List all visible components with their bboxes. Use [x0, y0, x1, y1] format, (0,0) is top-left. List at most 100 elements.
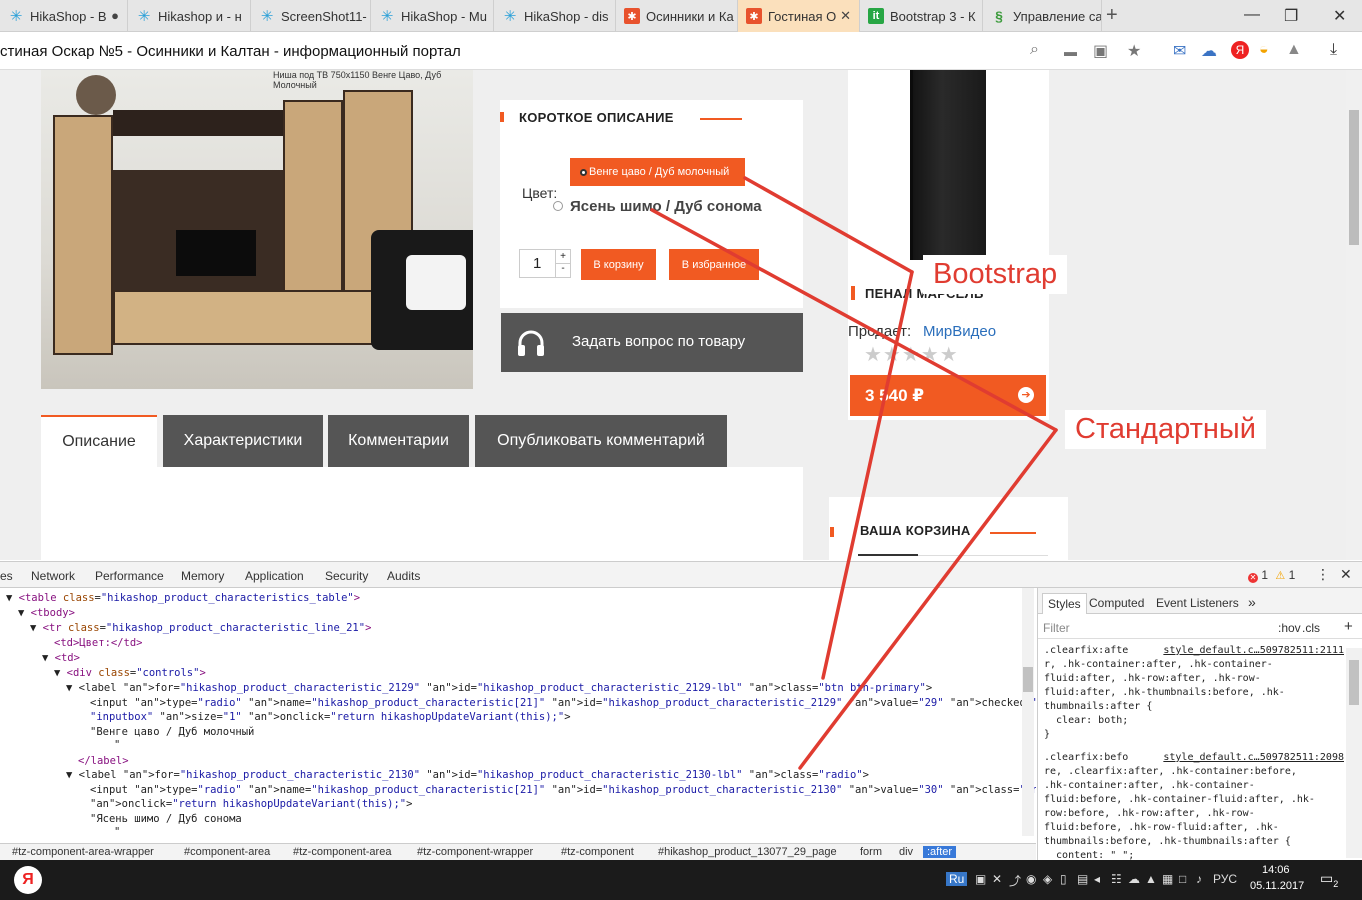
language-indicator-icon[interactable]: Ru — [946, 872, 968, 886]
bookmark-star-icon[interactable]: ★ — [1127, 41, 1141, 61]
breadcrumb-item[interactable]: #component-area — [184, 846, 270, 858]
browser-tab-1[interactable]: ✳ HikaShop - В ● — [0, 0, 128, 32]
ask-question-button[interactable]: Задать вопрос по товару — [501, 313, 803, 372]
variant-option-2[interactable]: Ясень шимо / Дуб сонома — [570, 198, 762, 215]
product-image[interactable]: Ниша под ТВ 750х1150 Венге Цаво, Дуб Мол… — [41, 70, 473, 389]
devtools-close-icon[interactable]: ✕ — [1340, 566, 1352, 583]
devtools-tab-sources[interactable]: es — [0, 569, 13, 583]
style-rule-line[interactable]: fluid:before, .hk-container-fluid:after,… — [1044, 793, 1315, 807]
new-tab-button[interactable]: + — [1106, 4, 1118, 27]
quantity-stepper[interactable]: 1 + - — [519, 249, 571, 278]
style-rule-line[interactable]: fluid:before, .hk-row-fluid:after, .hk- — [1044, 821, 1279, 835]
hov-toggle[interactable]: :hov — [1278, 621, 1301, 635]
quantity-value[interactable]: 1 — [533, 255, 541, 272]
variant-option-selected[interactable]: Венге цаво / Дуб молочный — [570, 158, 745, 186]
tab-computed[interactable]: Computed — [1089, 596, 1144, 610]
breadcrumb-item[interactable]: #tz-component-wrapper — [417, 846, 533, 858]
tab-event-listeners[interactable]: Event Listeners — [1156, 596, 1239, 610]
dom-node-line[interactable]: ▼ <label "an">for="hikashop_product_char… — [66, 681, 932, 695]
breadcrumb-item[interactable]: :after — [923, 846, 957, 858]
styles-scrollbar-thumb[interactable] — [1349, 660, 1359, 705]
mail-icon[interactable]: ✉ — [1173, 41, 1186, 61]
dom-node-line[interactable]: ▼ <tbody> — [18, 606, 75, 620]
dom-node-line[interactable]: </label> — [78, 754, 129, 768]
style-rule-line[interactable]: .clearfix:afte — [1044, 644, 1128, 658]
variant-radio[interactable] — [553, 201, 563, 211]
page-title-in-omnibox[interactable]: стиная Оскар №5 - Осинники и Калтан - ин… — [0, 43, 461, 60]
browser-tab-3[interactable]: ✳ ScreenShot11- — [251, 0, 371, 32]
add-to-wishlist-button[interactable]: В избранное — [669, 249, 759, 280]
tray-icon[interactable]: ▯ — [1060, 872, 1067, 886]
tab-styles[interactable]: Styles — [1042, 593, 1087, 614]
seller-link[interactable]: МирВидео — [923, 323, 996, 340]
add-rule-icon[interactable]: + — [1344, 618, 1353, 635]
browser-tab-7-active[interactable]: ✱ Гостиная О ✕ — [738, 0, 860, 32]
tab-close-icon[interactable]: ✕ — [840, 8, 851, 24]
dom-node-line[interactable]: ▼ <table class="hikashop_product_charact… — [6, 591, 360, 605]
dom-text-line[interactable]: "Ясень шимо / Дуб сонома — [90, 812, 242, 826]
quantity-minus-button[interactable]: - — [555, 263, 570, 277]
drive-icon[interactable]: ▲ — [1286, 41, 1302, 59]
breadcrumb-item[interactable]: div — [899, 846, 913, 858]
tray-icon[interactable]: ☷ — [1111, 872, 1122, 886]
tab-comments[interactable]: Комментарии — [328, 415, 469, 467]
tray-icon[interactable]: ◉ — [1026, 872, 1036, 886]
filter-input[interactable]: Filter — [1043, 621, 1070, 635]
style-rule-line[interactable]: clear: both; — [1044, 714, 1128, 728]
address-bar[interactable]: стиная Оскар №5 - Осинники и Калтан - ин… — [0, 33, 1362, 70]
breadcrumb-item[interactable]: #tz-component-area — [293, 846, 391, 858]
tab-characteristics[interactable]: Характеристики — [163, 415, 323, 467]
devtools-menu-icon[interactable]: ⋮ — [1316, 566, 1330, 583]
tray-icon[interactable]: ♪ — [1196, 872, 1202, 886]
elements-tree[interactable]: ▼ <table class="hikashop_product_charact… — [0, 588, 1036, 836]
style-rule-line[interactable]: fluid:after, .hk-row:after, .hk-row- — [1044, 672, 1261, 686]
dom-text-line[interactable]: " — [114, 738, 120, 752]
breadcrumb-item[interactable]: #hikashop_product_13077_29_page — [658, 846, 837, 858]
page-scrollbar-thumb[interactable] — [1349, 110, 1359, 245]
cloud-icon[interactable]: ☁ — [1201, 41, 1217, 61]
style-rule-line[interactable]: .clearfix:befo — [1044, 751, 1128, 765]
dom-node-line[interactable]: <input "an">type="radio" "an">name="hika… — [90, 696, 1036, 710]
input-language[interactable]: РУС — [1213, 872, 1237, 886]
devtools-tab-security[interactable]: Security — [325, 569, 368, 583]
dom-node-line[interactable]: "inputbox" "an">size="1" "an">onclick="r… — [90, 710, 571, 724]
rating-stars[interactable]: ★★★★★ — [864, 342, 959, 367]
tray-icon[interactable]: ▲ — [1145, 872, 1157, 886]
search-icon[interactable]: ⌕ — [1030, 41, 1039, 59]
error-warning-counter[interactable]: ✕ 1 ⚠ 1 — [1248, 568, 1295, 583]
tray-icon[interactable]: ▤ — [1077, 872, 1088, 886]
dom-node-line[interactable]: "an">onclick="return hikashopUpdateVaria… — [90, 797, 412, 811]
clock-time[interactable]: 14:06 — [1262, 864, 1290, 876]
add-to-cart-button[interactable]: В корзину — [581, 249, 656, 280]
restore-icon[interactable]: ❐ — [1284, 6, 1298, 26]
clock-date[interactable]: 05.11.2017 — [1250, 880, 1304, 892]
tab-publish-comment[interactable]: Опубликовать комментарий — [475, 415, 727, 467]
devtools-tab-network[interactable]: Network — [31, 569, 75, 583]
dom-text-line[interactable]: " — [114, 825, 120, 836]
related-product-image[interactable] — [910, 70, 986, 260]
elements-scrollbar[interactable] — [1022, 588, 1034, 836]
quantity-plus-button[interactable]: + — [555, 250, 570, 264]
dom-node-line[interactable]: <input "an">type="radio" "an">name="hika… — [90, 783, 1036, 797]
browser-tab-6[interactable]: ✱ Осинники и Ка — [616, 0, 738, 32]
yandex-icon[interactable]: Я — [1231, 41, 1249, 59]
window-close-icon[interactable]: ✕ — [1333, 6, 1346, 26]
radio-checked-icon[interactable] — [580, 168, 587, 176]
browser-tab-8[interactable]: it Bootstrap 3 - К — [860, 0, 983, 32]
dom-node-line[interactable]: ▼ <td> — [42, 651, 80, 665]
dom-node-line[interactable]: ▼ <label "an">for="hikashop_product_char… — [66, 768, 869, 782]
devtools-tab-application[interactable]: Application — [245, 569, 304, 583]
breadcrumb-item[interactable]: #tz-component — [561, 846, 634, 858]
tray-icon[interactable]: ☁ — [1128, 872, 1140, 886]
tray-icon[interactable]: ▣ — [975, 872, 986, 886]
chat-icon[interactable]: ▬ — [1064, 44, 1077, 59]
style-rule-line[interactable]: r, .hk-container:after, .hk-container- — [1044, 658, 1273, 672]
devtools-tab-performance[interactable]: Performance — [95, 569, 164, 583]
breadcrumb-item[interactable]: form — [860, 846, 882, 858]
style-rule-line[interactable]: fluid:after, .hk-thumbnails:before, .hk- — [1044, 686, 1285, 700]
style-rule-line[interactable]: } — [1044, 728, 1050, 742]
dom-node-line[interactable]: ▼ <tr class="hikashop_product_characteri… — [30, 621, 371, 635]
dom-node-line[interactable]: ▼ <div class="controls"> — [54, 666, 206, 680]
tab-description[interactable]: Описание — [41, 415, 157, 467]
tray-icon[interactable]: ▦ — [1162, 872, 1173, 886]
